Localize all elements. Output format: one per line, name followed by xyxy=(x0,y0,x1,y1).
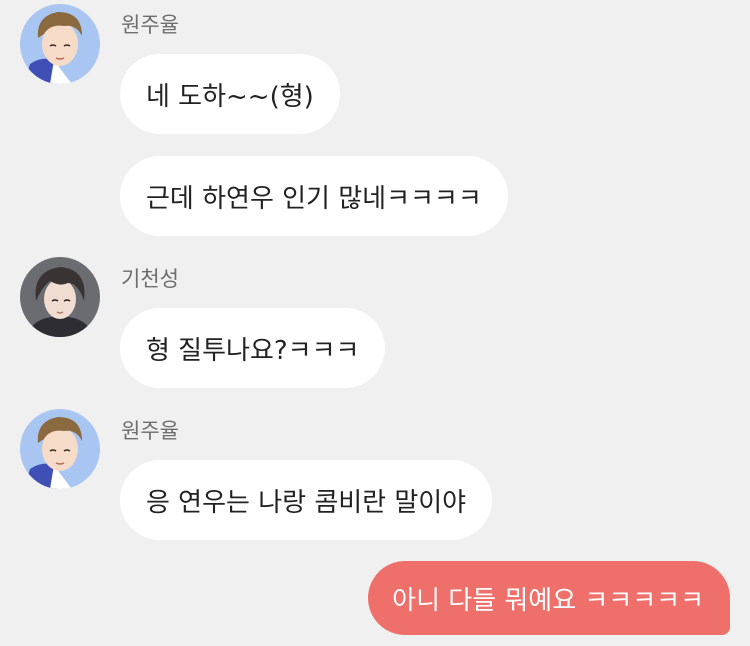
message-bubble[interactable]: 형 질투나요?ㅋㅋㅋ xyxy=(120,308,386,388)
blue-haired-avatar-icon[interactable] xyxy=(20,4,100,84)
message-text: 응 연우는 나랑 콤비란 말이야 xyxy=(146,487,467,518)
chat-thread: 원주율 네 도하~~(형) 근데 하연우 인기 많네ㅋㅋㅋㅋ 기천성 형 질투나… xyxy=(0,0,750,646)
sender-name: 원주율 xyxy=(121,419,179,443)
message-text: 형 질투나요?ㅋㅋㅋ xyxy=(146,335,360,366)
my-message-bubble[interactable]: 아니 다들 뭐예요 ㅋㅋㅋㅋㅋ xyxy=(368,561,730,635)
message-text: 근데 하연우 인기 많네ㅋㅋㅋㅋ xyxy=(146,183,482,214)
blue-haired-avatar-icon[interactable] xyxy=(20,409,100,489)
message-text: 네 도하~~(형) xyxy=(146,81,314,112)
dark-haired-avatar-icon[interactable] xyxy=(20,257,100,337)
message-bubble[interactable]: 네 도하~~(형) xyxy=(120,54,340,134)
sender-name: 기천성 xyxy=(121,267,179,291)
message-text: 아니 다들 뭐예요 ㅋㅋㅋㅋㅋ xyxy=(392,585,704,616)
message-bubble[interactable]: 응 연우는 나랑 콤비란 말이야 xyxy=(120,460,493,540)
message-bubble[interactable]: 근데 하연우 인기 많네ㅋㅋㅋㅋ xyxy=(120,156,508,236)
sender-name: 원주율 xyxy=(121,13,179,37)
